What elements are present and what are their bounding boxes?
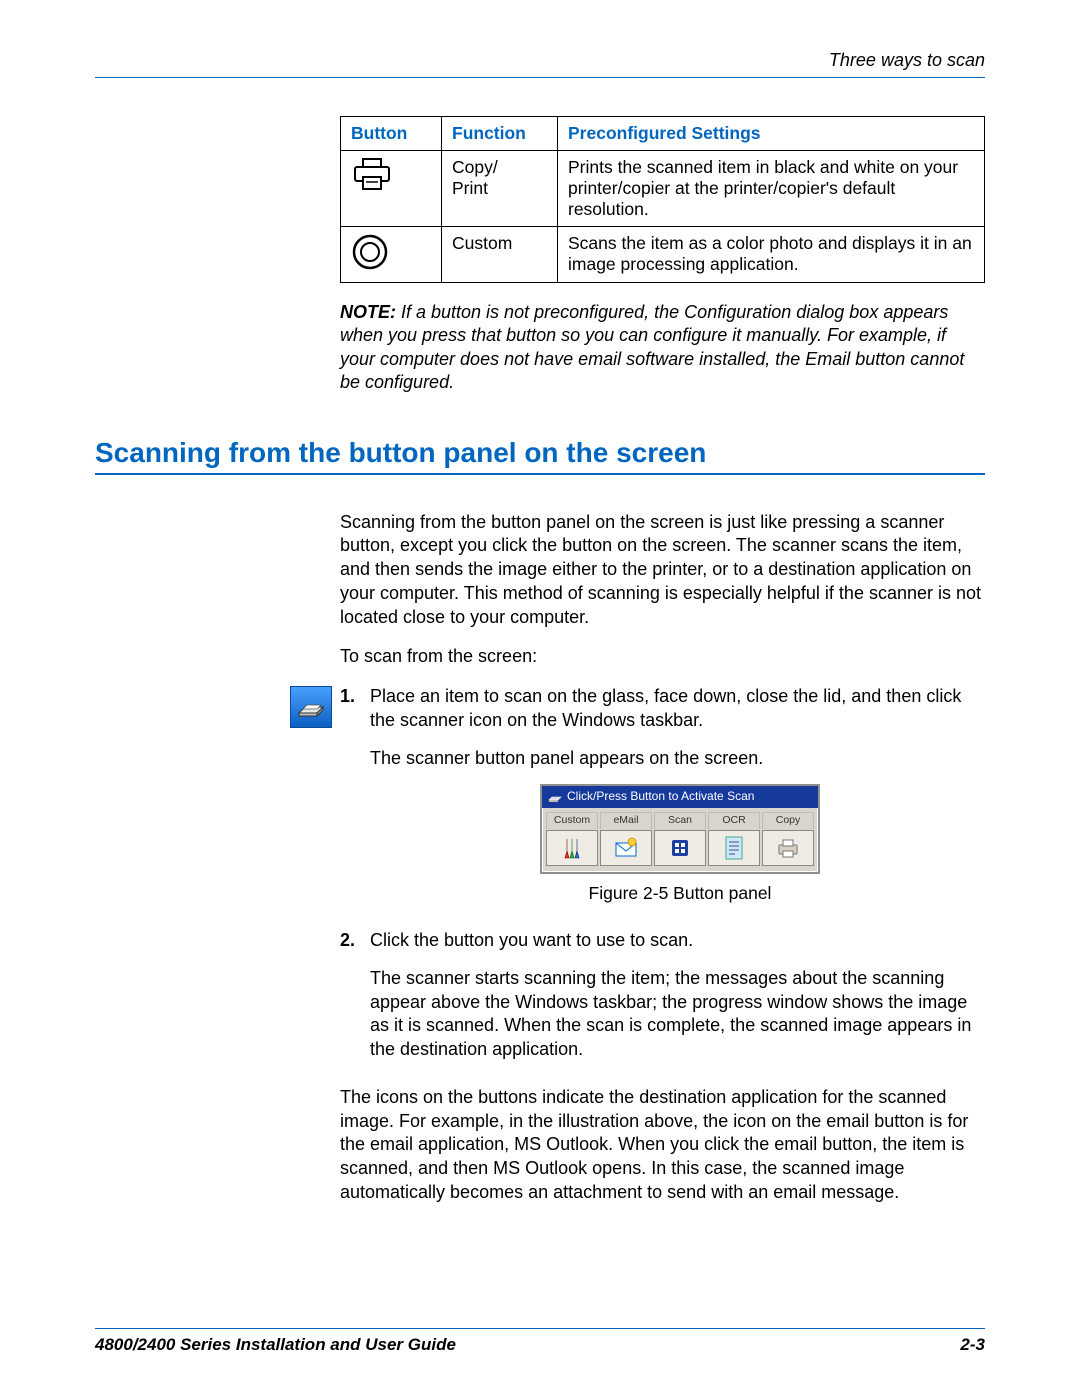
note-label: NOTE: — [340, 302, 396, 322]
panel-button-ocr[interactable]: OCR — [708, 812, 760, 866]
printer-icon — [341, 151, 442, 227]
panel-button-scan[interactable]: Scan — [654, 812, 706, 866]
scanner-taskbar-icon — [290, 686, 332, 728]
step-item: 2. Click the button you want to use to s… — [340, 929, 990, 1076]
scanner-icon — [548, 791, 562, 803]
intro-paragraph: Scanning from the button panel on the sc… — [340, 511, 990, 630]
header-section-title: Three ways to scan — [829, 50, 985, 70]
email-icon — [600, 830, 652, 866]
th-function: Function — [442, 117, 558, 151]
page-footer: 4800/2400 Series Installation and User G… — [95, 1328, 985, 1355]
step-text: Click the button you want to use to scan… — [370, 929, 990, 953]
cell-function: Custom — [442, 227, 558, 283]
cell-settings: Prints the scanned item in black and whi… — [558, 151, 985, 227]
step-after: The scanner starts scanning the item; th… — [370, 967, 990, 1062]
cell-function: Copy/ Print — [442, 151, 558, 227]
ocr-icon — [708, 830, 760, 866]
custom-circle-icon — [341, 227, 442, 283]
copy-printer-icon — [762, 830, 814, 866]
step-number: 2. — [340, 929, 370, 1076]
button-function-table: Button Function Preconfigured Settings — [340, 116, 985, 283]
step-text: Place an item to scan on the glass, face… — [370, 685, 990, 733]
panel-button-copy[interactable]: Copy — [762, 812, 814, 866]
footer-guide-title: 4800/2400 Series Installation and User G… — [95, 1335, 456, 1355]
scan-icon — [654, 830, 706, 866]
section-heading: Scanning from the button panel on the sc… — [95, 437, 985, 475]
footer-page-number: 2-3 — [960, 1335, 985, 1355]
th-button: Button — [341, 117, 442, 151]
note-text: If a button is not preconfigured, the Co… — [340, 302, 964, 392]
panel-title-text: Click/Press Button to Activate Scan — [567, 789, 754, 805]
note-block: NOTE: If a button is not preconfigured, … — [340, 301, 980, 395]
button-panel-window: Click/Press Button to Activate Scan Cust… — [540, 784, 820, 874]
th-settings: Preconfigured Settings — [558, 117, 985, 151]
closing-paragraph: The icons on the buttons indicate the de… — [340, 1086, 990, 1205]
panel-titlebar: Click/Press Button to Activate Scan — [542, 786, 818, 808]
table-row: Custom Scans the item as a color photo a… — [341, 227, 985, 283]
figure-caption: Figure 2-5 Button panel — [540, 882, 820, 905]
brush-icon — [546, 830, 598, 866]
step-item: 1. Place an item to scan on the glass, f… — [340, 685, 990, 919]
running-header: Three ways to scan — [95, 50, 985, 78]
lead-in: To scan from the screen: — [340, 645, 990, 669]
panel-button-email[interactable]: eMail — [600, 812, 652, 866]
panel-button-custom[interactable]: Custom — [546, 812, 598, 866]
table-row: Copy/ Print Prints the scanned item in b… — [341, 151, 985, 227]
step-number: 1. — [340, 685, 370, 919]
step-after: The scanner button panel appears on the … — [370, 747, 990, 771]
cell-settings: Scans the item as a color photo and disp… — [558, 227, 985, 283]
